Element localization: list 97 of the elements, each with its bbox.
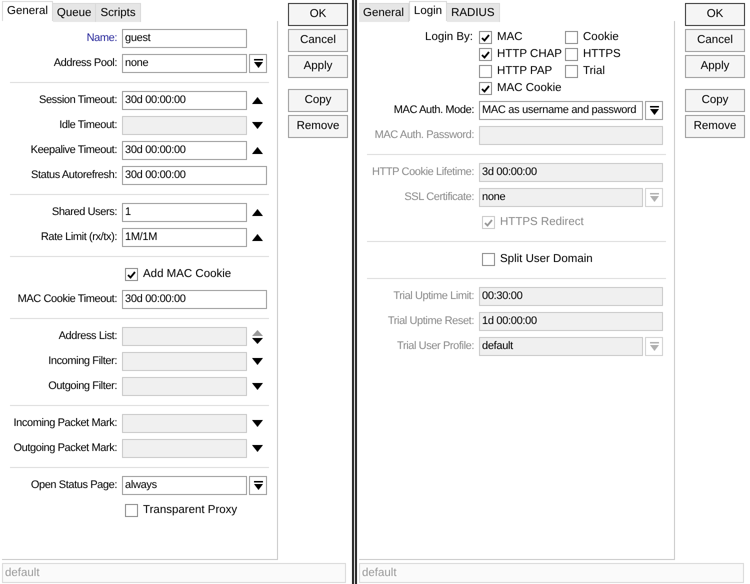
tab[interactable]: Scripts xyxy=(96,3,141,22)
up-arrow-icon[interactable] xyxy=(252,147,262,154)
checkbox[interactable] xyxy=(565,48,578,61)
checkbox-label: MAC Cookie xyxy=(497,80,562,96)
up-arrow-icon[interactable] xyxy=(252,234,262,241)
dropdown-arrow-icon xyxy=(254,481,262,490)
checkbox[interactable] xyxy=(479,48,492,61)
field-label: Session Timeout: xyxy=(39,94,117,106)
input-field[interactable]: 30d 00:00:00 xyxy=(122,166,267,185)
checkbox-label: Trial xyxy=(583,64,605,79)
input-field[interactable]: 30d 00:00:00 xyxy=(122,91,247,110)
dropdown-button[interactable] xyxy=(249,476,267,495)
dropdown-arrow-icon xyxy=(254,59,262,68)
checkbox-label: MAC xyxy=(497,30,523,45)
field-label: Incoming Packet Mark: xyxy=(14,417,117,430)
input-field[interactable]: 1 xyxy=(122,203,247,222)
dialog-button[interactable]: Apply xyxy=(685,55,745,78)
field-label: Shared Users: xyxy=(52,206,117,218)
status-bar: default xyxy=(2,563,346,583)
field-label: Idle Timeout: xyxy=(59,119,117,132)
input-field[interactable]: 30d 00:00:00 xyxy=(122,290,267,309)
dialog-button[interactable]: Cancel xyxy=(288,29,348,52)
field-label: Address List: xyxy=(58,330,117,342)
field-label: Status Autorefresh: xyxy=(31,169,117,182)
input-field[interactable]: MAC as username and password xyxy=(479,101,643,120)
status-bar: default xyxy=(359,563,744,583)
field-label: Keepalive Timeout: xyxy=(30,144,117,156)
up-down-arrow-icon[interactable] xyxy=(252,330,262,344)
dialog-button[interactable]: OK xyxy=(685,3,745,26)
dialog-button[interactable]: Remove xyxy=(685,115,745,138)
tab[interactable]: Queue xyxy=(52,3,96,22)
input-field[interactable]: guest xyxy=(122,29,247,48)
dialog-button[interactable]: Cancel xyxy=(685,29,745,52)
tab[interactable]: General xyxy=(2,1,53,21)
checkbox-label: Cookie xyxy=(583,30,619,45)
field-label: Address Pool: xyxy=(54,57,117,70)
field-label: Open Status Page: xyxy=(30,479,117,492)
dropdown-arrow-icon xyxy=(650,106,658,115)
field-label: Incoming Filter: xyxy=(48,355,117,368)
field-label: Trial Uptime Limit: xyxy=(393,290,474,302)
field-label: MAC Cookie Timeout: xyxy=(18,293,117,306)
dropdown-arrow-icon xyxy=(650,193,658,202)
checkbox[interactable] xyxy=(479,82,492,95)
field-label: Outgoing Packet Mark: xyxy=(14,442,117,454)
dropdown-button[interactable] xyxy=(645,101,663,120)
down-arrow-icon[interactable] xyxy=(252,358,262,365)
dropdown-arrow-icon xyxy=(650,342,658,351)
field-label: MAC Auth. Password: xyxy=(374,129,474,142)
field-label: Outgoing Filter: xyxy=(48,380,117,392)
dialog-button[interactable]: Copy xyxy=(288,89,348,112)
field-label: Rate Limit (rx/tx): xyxy=(40,231,117,244)
dialog-button[interactable]: Copy xyxy=(685,89,745,112)
tab[interactable]: Login xyxy=(408,1,448,21)
checkbox[interactable] xyxy=(479,31,492,44)
input-field[interactable]: none xyxy=(122,54,247,73)
field-label: Name: xyxy=(86,32,117,44)
dialog-button[interactable]: OK xyxy=(288,3,348,26)
input-field[interactable] xyxy=(122,116,247,135)
field-label: MAC Auth. Mode: xyxy=(394,104,474,116)
input-field[interactable] xyxy=(122,377,247,396)
field-label: HTTP Cookie Lifetime: xyxy=(372,166,474,178)
checkbox-label: HTTPS xyxy=(583,46,621,62)
down-arrow-icon[interactable] xyxy=(252,383,262,390)
field-label: Trial Uptime Reset: xyxy=(388,315,474,328)
checkbox-label: HTTP PAP xyxy=(497,64,552,79)
dialog-button[interactable]: Remove xyxy=(288,115,348,138)
input-field[interactable]: 30d 00:00:00 xyxy=(122,141,247,160)
dropdown-button[interactable] xyxy=(249,54,267,73)
checkbox[interactable] xyxy=(479,65,492,78)
tab[interactable]: General xyxy=(359,3,409,22)
field-label: Login By: xyxy=(425,31,473,43)
checkbox-label: Add MAC Cookie xyxy=(143,266,232,282)
input-field[interactable] xyxy=(479,126,663,145)
down-arrow-icon[interactable] xyxy=(252,445,262,452)
checkbox[interactable] xyxy=(125,268,138,281)
tab[interactable]: RADIUS xyxy=(447,3,500,22)
input-field[interactable] xyxy=(122,414,247,433)
dialog-button[interactable]: Apply xyxy=(288,55,348,78)
down-arrow-icon[interactable] xyxy=(252,122,262,129)
up-arrow-icon[interactable] xyxy=(252,97,262,104)
field-label: Trial User Profile: xyxy=(397,340,474,352)
field-label: SSL Certificate: xyxy=(404,191,474,204)
checkbox-label: HTTPS Redirect xyxy=(500,214,584,230)
input-field[interactable] xyxy=(122,327,247,346)
checkbox[interactable] xyxy=(482,253,495,266)
up-arrow-icon[interactable] xyxy=(252,209,262,216)
checkbox[interactable] xyxy=(565,31,578,44)
input-field[interactable]: always xyxy=(122,476,247,495)
checkbox[interactable] xyxy=(125,504,138,517)
checkbox-label: Split User Domain xyxy=(500,252,593,267)
input-field[interactable] xyxy=(122,352,247,371)
checkbox-label: Transparent Proxy xyxy=(143,502,238,518)
checkbox-label: HTTP CHAP xyxy=(497,46,562,62)
down-arrow-icon[interactable] xyxy=(252,420,262,427)
input-field[interactable] xyxy=(122,439,247,458)
input-field[interactable]: 1M/1M xyxy=(122,228,247,247)
checkbox[interactable] xyxy=(565,65,578,78)
